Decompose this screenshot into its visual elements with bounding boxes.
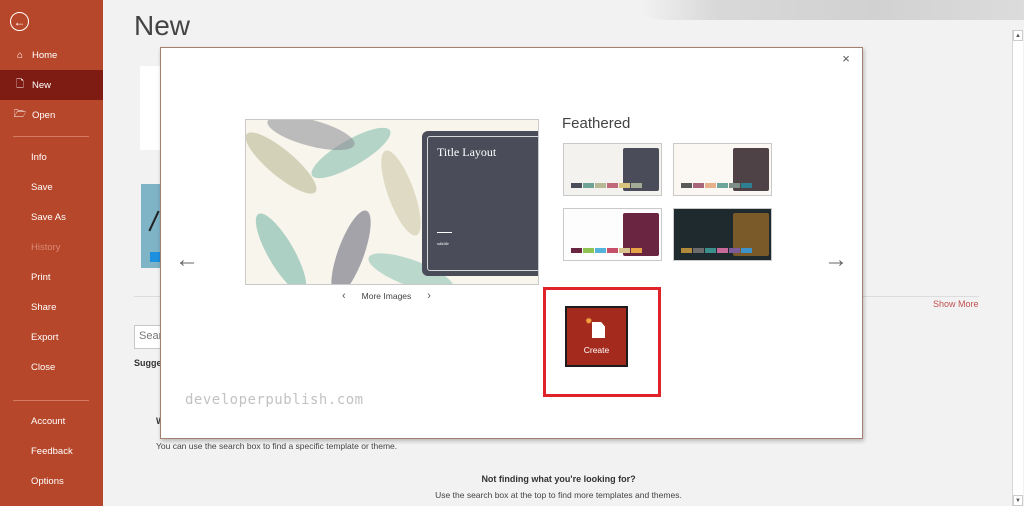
theme-variant-1[interactable] (563, 143, 662, 196)
next-theme-arrow-icon[interactable]: → (824, 248, 848, 272)
sparkle-icon: ✹ (585, 316, 593, 326)
create-button[interactable]: ✹ Create (565, 306, 628, 367)
color-swatch (595, 248, 606, 253)
color-swatch (741, 183, 752, 188)
more-images-nav: ‹ More Images › (342, 290, 431, 302)
color-swatch (705, 248, 716, 253)
back-arrow-icon: ← (13, 14, 26, 29)
color-swatch (583, 248, 594, 253)
page-title: New (134, 10, 191, 41)
sidebar-item-save-as[interactable]: Save As (0, 202, 103, 232)
sidebar-item-save[interactable]: Save (0, 172, 103, 202)
theme-variant-2[interactable] (673, 143, 772, 196)
sidebar-item-new[interactable]: 🗋 New (0, 70, 103, 100)
color-swatch (571, 183, 582, 188)
feather-decoration (247, 207, 315, 284)
search-top-hint-text: Use the search box at the top to find mo… (435, 490, 682, 500)
color-swatch (607, 248, 618, 253)
color-swatch (631, 248, 642, 253)
sidebar-item-feedback[interactable]: Feedback (0, 436, 103, 466)
color-swatch (681, 248, 692, 253)
sidebar-item-open[interactable]: 🗁 Open (0, 100, 103, 130)
color-swatch (729, 183, 740, 188)
color-swatch (693, 248, 704, 253)
color-swatch (619, 248, 630, 253)
theme-preview-image: Title Layout subtitle (245, 119, 539, 285)
variant-swatches (681, 248, 752, 253)
color-swatch (717, 248, 728, 253)
color-swatch (729, 248, 740, 253)
sidebar-item-account[interactable]: Account (0, 406, 103, 436)
title-slide-card: Title Layout subtitle (422, 131, 538, 276)
close-icon[interactable]: × (839, 52, 853, 66)
more-images-label: More Images (361, 291, 412, 301)
home-icon: ⌂ (16, 49, 24, 61)
create-button-label: Create (583, 345, 610, 355)
color-swatch (705, 183, 716, 188)
vertical-scrollbar[interactable]: ▲ ▼ (1012, 30, 1023, 506)
variant-swatches (571, 183, 642, 188)
theme-variant-3[interactable] (563, 208, 662, 261)
color-swatch (619, 183, 630, 188)
scroll-down-arrow-icon[interactable]: ▼ (1013, 495, 1023, 506)
new-document-icon (592, 322, 605, 338)
template-thumbnail[interactable] (141, 184, 161, 268)
variant-swatches (681, 183, 752, 188)
folder-open-icon: 🗁 (13, 108, 27, 120)
color-swatch (741, 248, 752, 253)
preview-slide-subtitle: subtitle (437, 241, 449, 246)
suggested-searches-label: Sugge (134, 358, 162, 368)
sidebar-item-history: History (31, 241, 61, 253)
watermark-text: developerpublish.com (185, 392, 364, 408)
backstage-sidebar: ← ⌂ Home 🗋 New 🗁 Open Info Save Save As … (0, 0, 103, 506)
sidebar-item-close[interactable]: Close (0, 352, 103, 382)
feather-decoration (373, 146, 429, 240)
color-swatch (595, 183, 606, 188)
header-banner-image (640, 0, 1024, 20)
variant-swatches (571, 248, 642, 253)
not-finding-heading: Not finding what you're looking for? (481, 474, 636, 484)
color-swatch (583, 183, 594, 188)
color-swatch (681, 183, 692, 188)
sidebar-divider (13, 136, 89, 137)
preview-slide-title: Title Layout (437, 145, 497, 159)
new-document-icon: 🗋 (15, 78, 25, 90)
search-hint-text: You can use the search box to find a spe… (156, 441, 398, 451)
color-swatch (693, 183, 704, 188)
sidebar-item-export[interactable]: Export (0, 322, 103, 352)
sidebar-item-home[interactable]: ⌂ Home (0, 40, 103, 70)
color-swatch (607, 183, 618, 188)
theme-preview-dialog: × ← → Title Layout subtitle ‹ More Image… (160, 47, 863, 439)
sidebar-item-print[interactable]: Print (0, 262, 103, 292)
color-swatch (571, 248, 582, 253)
back-button[interactable]: ← (10, 12, 29, 31)
color-swatch (631, 183, 642, 188)
sidebar-item-share[interactable]: Share (0, 292, 103, 322)
more-images-next-chevron-icon[interactable]: › (427, 290, 431, 302)
color-swatch (717, 183, 728, 188)
feather-decoration (323, 206, 379, 284)
theme-name: Feathered (562, 115, 631, 132)
sidebar-item-info[interactable]: Info (0, 142, 103, 172)
sidebar-divider (13, 400, 89, 401)
previous-theme-arrow-icon[interactable]: ← (175, 248, 199, 272)
more-images-prev-chevron-icon[interactable]: ‹ (342, 290, 346, 302)
theme-variant-4[interactable] (673, 208, 772, 261)
show-more-link[interactable]: Show More (933, 299, 979, 309)
scroll-up-arrow-icon[interactable]: ▲ (1013, 30, 1023, 41)
